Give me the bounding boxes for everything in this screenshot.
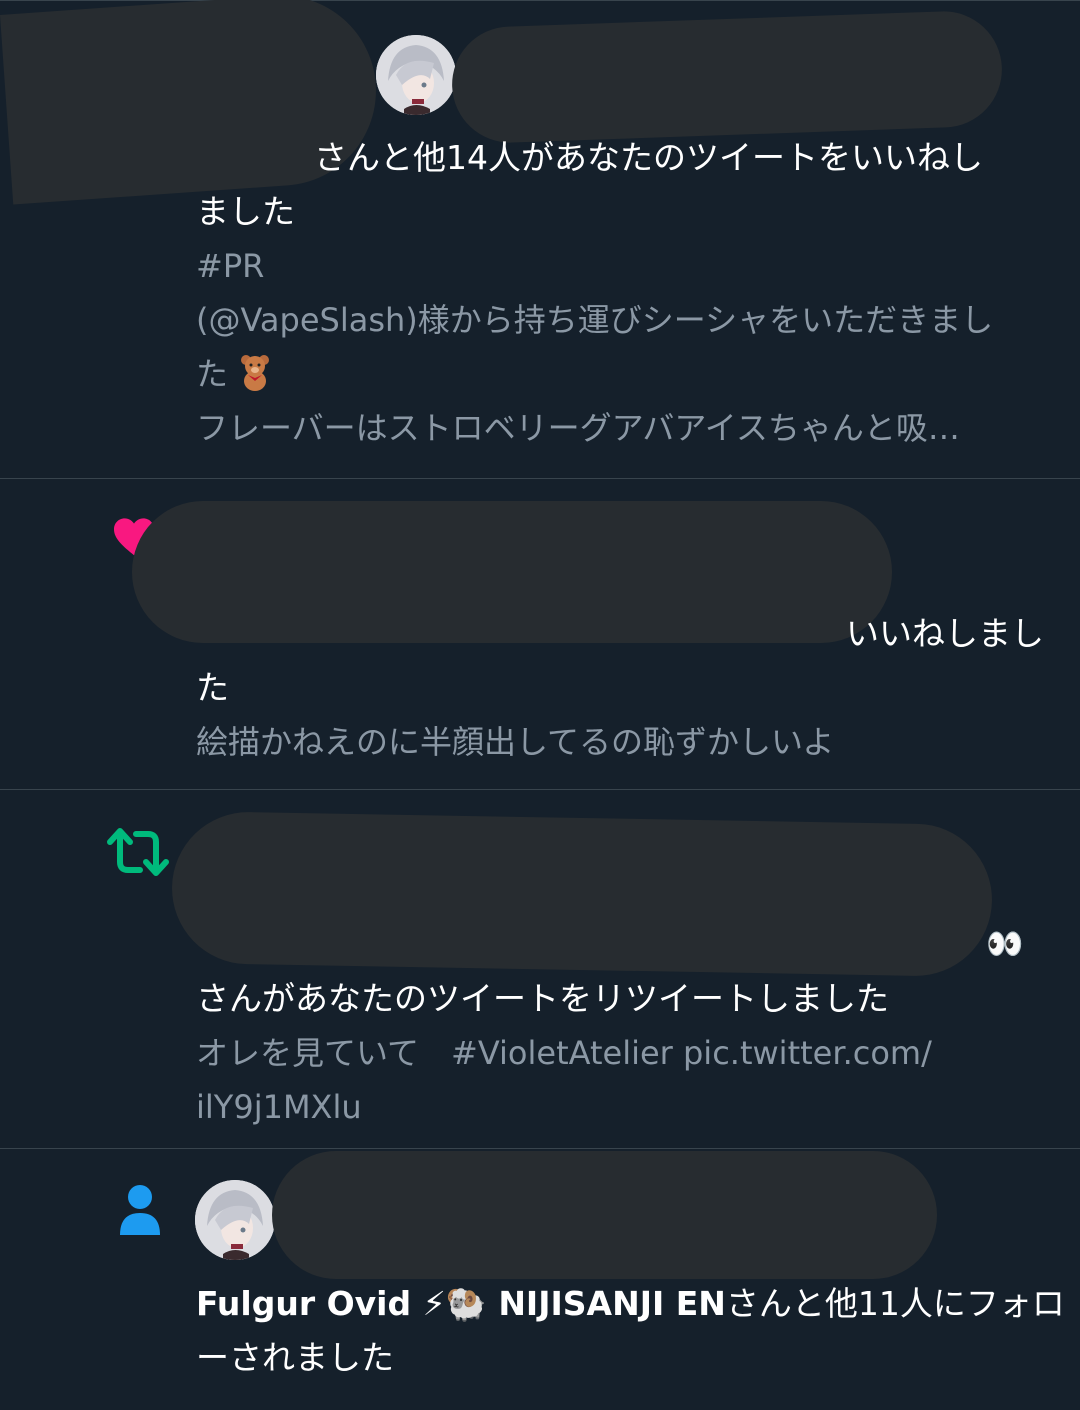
tweet-preview-line[interactable]: た: [196, 347, 1046, 401]
retweet-icon: [107, 828, 169, 876]
eyes-emoji: 👀: [986, 927, 1024, 962]
person-icon: [120, 1185, 160, 1235]
tweet-preview-line[interactable]: オレを見ていて #VioletAtelier pic.twitter.com/: [196, 1026, 1046, 1080]
tweet-preview-line[interactable]: (@VapeSlash)様から持ち運びシーシャをいただきまし: [196, 293, 1046, 347]
notification-headline: Fulgur Ovid ⚡🐏 NIJISANJI ENさんと他11人にフォロ: [196, 1284, 1065, 1323]
notification-headline-wrap: た: [196, 668, 229, 707]
avatar[interactable]: [195, 1180, 275, 1260]
redacted-name-block: [272, 1151, 937, 1279]
teddy-bear-icon: [241, 355, 270, 391]
notification-headline: さんと他14人があなたのツイートをいいねし: [314, 138, 983, 177]
retweeter-name-line: 👀: [196, 918, 1046, 972]
tweet-preview-line[interactable]: #PR: [196, 239, 1046, 293]
avatar[interactable]: [376, 35, 456, 115]
tweet-preview-line[interactable]: フレーバーはストロベリーグアバアイスちゃんと吸…: [196, 401, 1046, 455]
notification-headline: さんがあなたのツイートをリツイートしました: [196, 979, 889, 1018]
notification-follow[interactable]: Fulgur Ovid ⚡🐏 NIJISANJI ENさんと他11人にフォロ ー…: [0, 1149, 1080, 1410]
notification-retweet[interactable]: 👀 さんがあなたのツイートをリツイートしました オレを見ていて #VioletA…: [0, 790, 1080, 1149]
follower-name[interactable]: Fulgur Ovid ⚡🐏 NIJISANJI EN: [196, 1284, 726, 1323]
notification-headline-wrap: ーされました: [196, 1338, 394, 1377]
tweet-preview-line[interactable]: ilY9j1MXlu: [196, 1080, 1046, 1134]
redacted-name-block: [450, 9, 1004, 145]
tweet-preview-line[interactable]: 絵描かねえのに半顔出してるの恥ずかしいよ: [196, 715, 1046, 769]
notification-like-2[interactable]: いいねしまし た 絵描かねえのに半顔出してるの恥ずかしいよ: [0, 479, 1080, 790]
notification-headline-wrap: ました: [196, 192, 295, 231]
notification-headline: いいねしまし: [846, 614, 1044, 653]
notification-like-1[interactable]: さんと他14人があなたのツイートをいいねし ました #PR (@VapeSlas…: [0, 0, 1080, 479]
